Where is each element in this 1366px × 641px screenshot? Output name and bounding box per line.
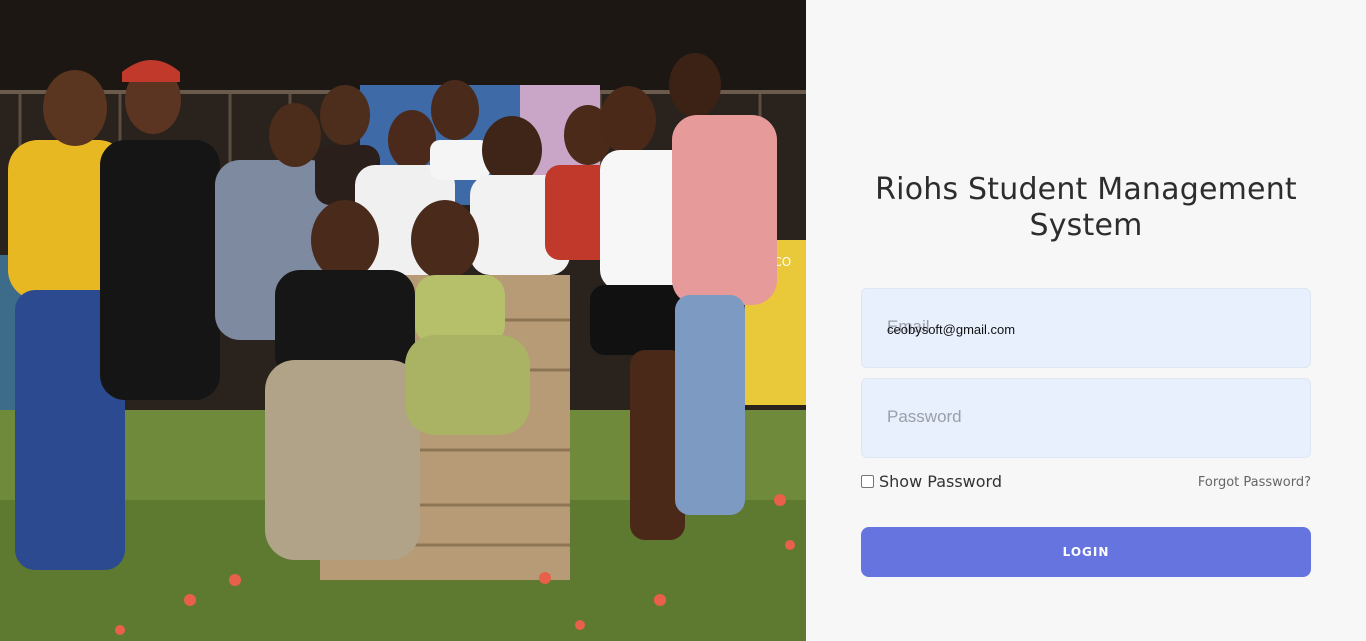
group-photo: S.CO: [0, 0, 806, 641]
forgot-password-link[interactable]: Forgot Password?: [1198, 475, 1311, 490]
show-password-label: Show Password: [879, 472, 1002, 491]
email-input[interactable]: [887, 314, 1287, 344]
password-input[interactable]: [887, 404, 1287, 434]
show-password-checkbox[interactable]: [861, 475, 874, 488]
app-title: Riohs Student Management System: [875, 172, 1297, 243]
login-button[interactable]: LOGIN: [861, 527, 1311, 577]
email-field[interactable]: Email: [861, 288, 1311, 368]
password-field[interactable]: Password: [861, 378, 1311, 458]
login-panel: Riohs Student Management System Email Pa…: [806, 0, 1366, 641]
show-password-toggle[interactable]: Show Password: [861, 472, 1002, 491]
